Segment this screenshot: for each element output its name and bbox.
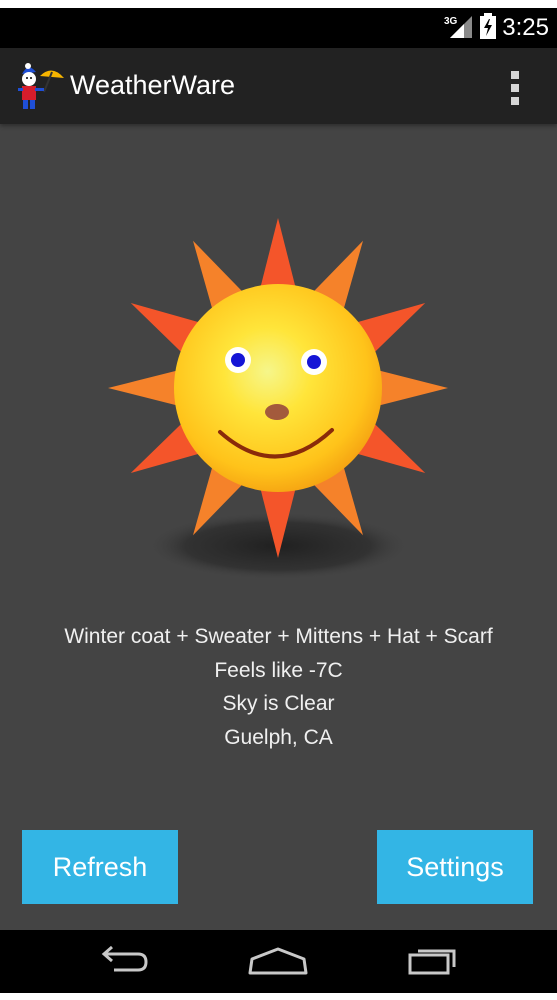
app-logo-icon[interactable] — [14, 62, 66, 114]
status-bar: 3G 3:25 — [0, 8, 557, 48]
app-screen: 3G 3:25 WeatherWare Winter coat + Sweate… — [0, 8, 557, 993]
status-time: 3:25 — [502, 14, 549, 41]
action-bar: WeatherWare — [0, 48, 557, 124]
settings-button[interactable]: Settings — [377, 830, 533, 904]
signal-icon: 3G — [444, 14, 474, 42]
network-type-label: 3G — [444, 16, 458, 27]
home-button[interactable] — [238, 940, 318, 984]
location-text: Guelph, CA — [224, 725, 333, 749]
battery-icon — [480, 13, 497, 43]
recents-icon — [406, 945, 462, 979]
recents-button[interactable] — [394, 940, 474, 984]
overflow-dot-icon — [511, 97, 519, 105]
app-title: WeatherWare — [70, 70, 236, 100]
feels-like-text: Feels like -7C — [214, 658, 343, 682]
overflow-dot-icon — [511, 84, 519, 92]
smiling-sun-icon — [100, 216, 460, 586]
status-icons: 3G 3:25 — [444, 13, 549, 43]
refresh-button[interactable]: Refresh — [22, 830, 178, 904]
back-button[interactable] — [82, 940, 162, 984]
back-icon — [94, 945, 150, 979]
overflow-dot-icon — [511, 71, 519, 79]
home-icon — [248, 945, 308, 979]
main-content: Winter coat + Sweater + Mittens + Hat + … — [0, 124, 557, 930]
overflow-menu-button[interactable] — [495, 68, 535, 108]
clothing-recommendation: Winter coat + Sweater + Mittens + Hat + … — [64, 625, 493, 648]
sky-condition-text: Sky is Clear — [222, 692, 335, 715]
navigation-bar — [0, 930, 557, 993]
weather-info: Winter coat + Sweater + Mittens + Hat + … — [0, 620, 557, 754]
